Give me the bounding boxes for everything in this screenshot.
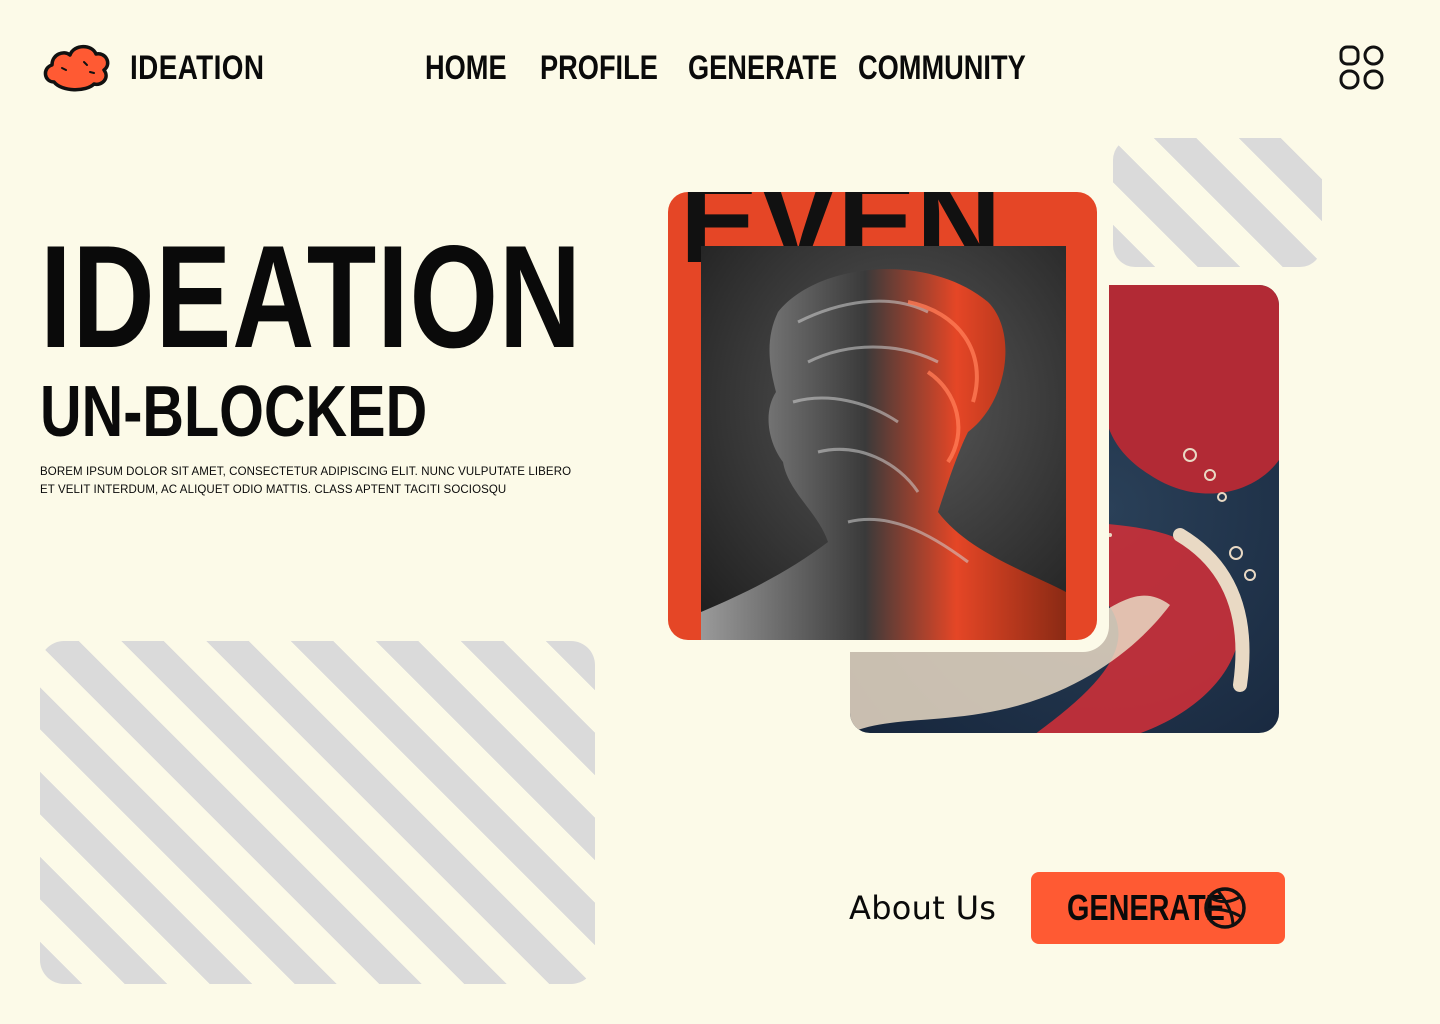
apps-grid-icon[interactable] (1338, 44, 1386, 92)
dribbble-icon (1204, 887, 1246, 929)
nav-home[interactable]: HOME (425, 46, 507, 90)
hero-title: IDEATION (40, 215, 582, 378)
striped-panel-large (40, 641, 595, 984)
generate-button[interactable]: GENERATE (1031, 872, 1285, 944)
landing-page: IDEATION HOME PROFILE GENERATE COMMUNITY… (0, 0, 1440, 1024)
artwork-head-card: EVEN (668, 192, 1097, 640)
cloud-logo-icon[interactable] (40, 38, 112, 96)
generate-button-label: GENERATE (1067, 887, 1225, 928)
hero-subtitle: UN-BLOCKED (40, 372, 428, 452)
about-us-link[interactable]: About Us (849, 884, 996, 932)
sculpture-artwork-image: EVEN (680, 192, 1066, 640)
striped-panel-small (1113, 138, 1322, 267)
nav-generate[interactable]: GENERATE (688, 46, 837, 90)
nav-community[interactable]: COMMUNITY (858, 46, 1026, 90)
brand-name[interactable]: IDEATION (130, 46, 264, 90)
nav-profile[interactable]: PROFILE (540, 46, 658, 90)
hero-description: BOREM IPSUM DOLOR SIT AMET, CONSECTETUR … (40, 466, 572, 496)
